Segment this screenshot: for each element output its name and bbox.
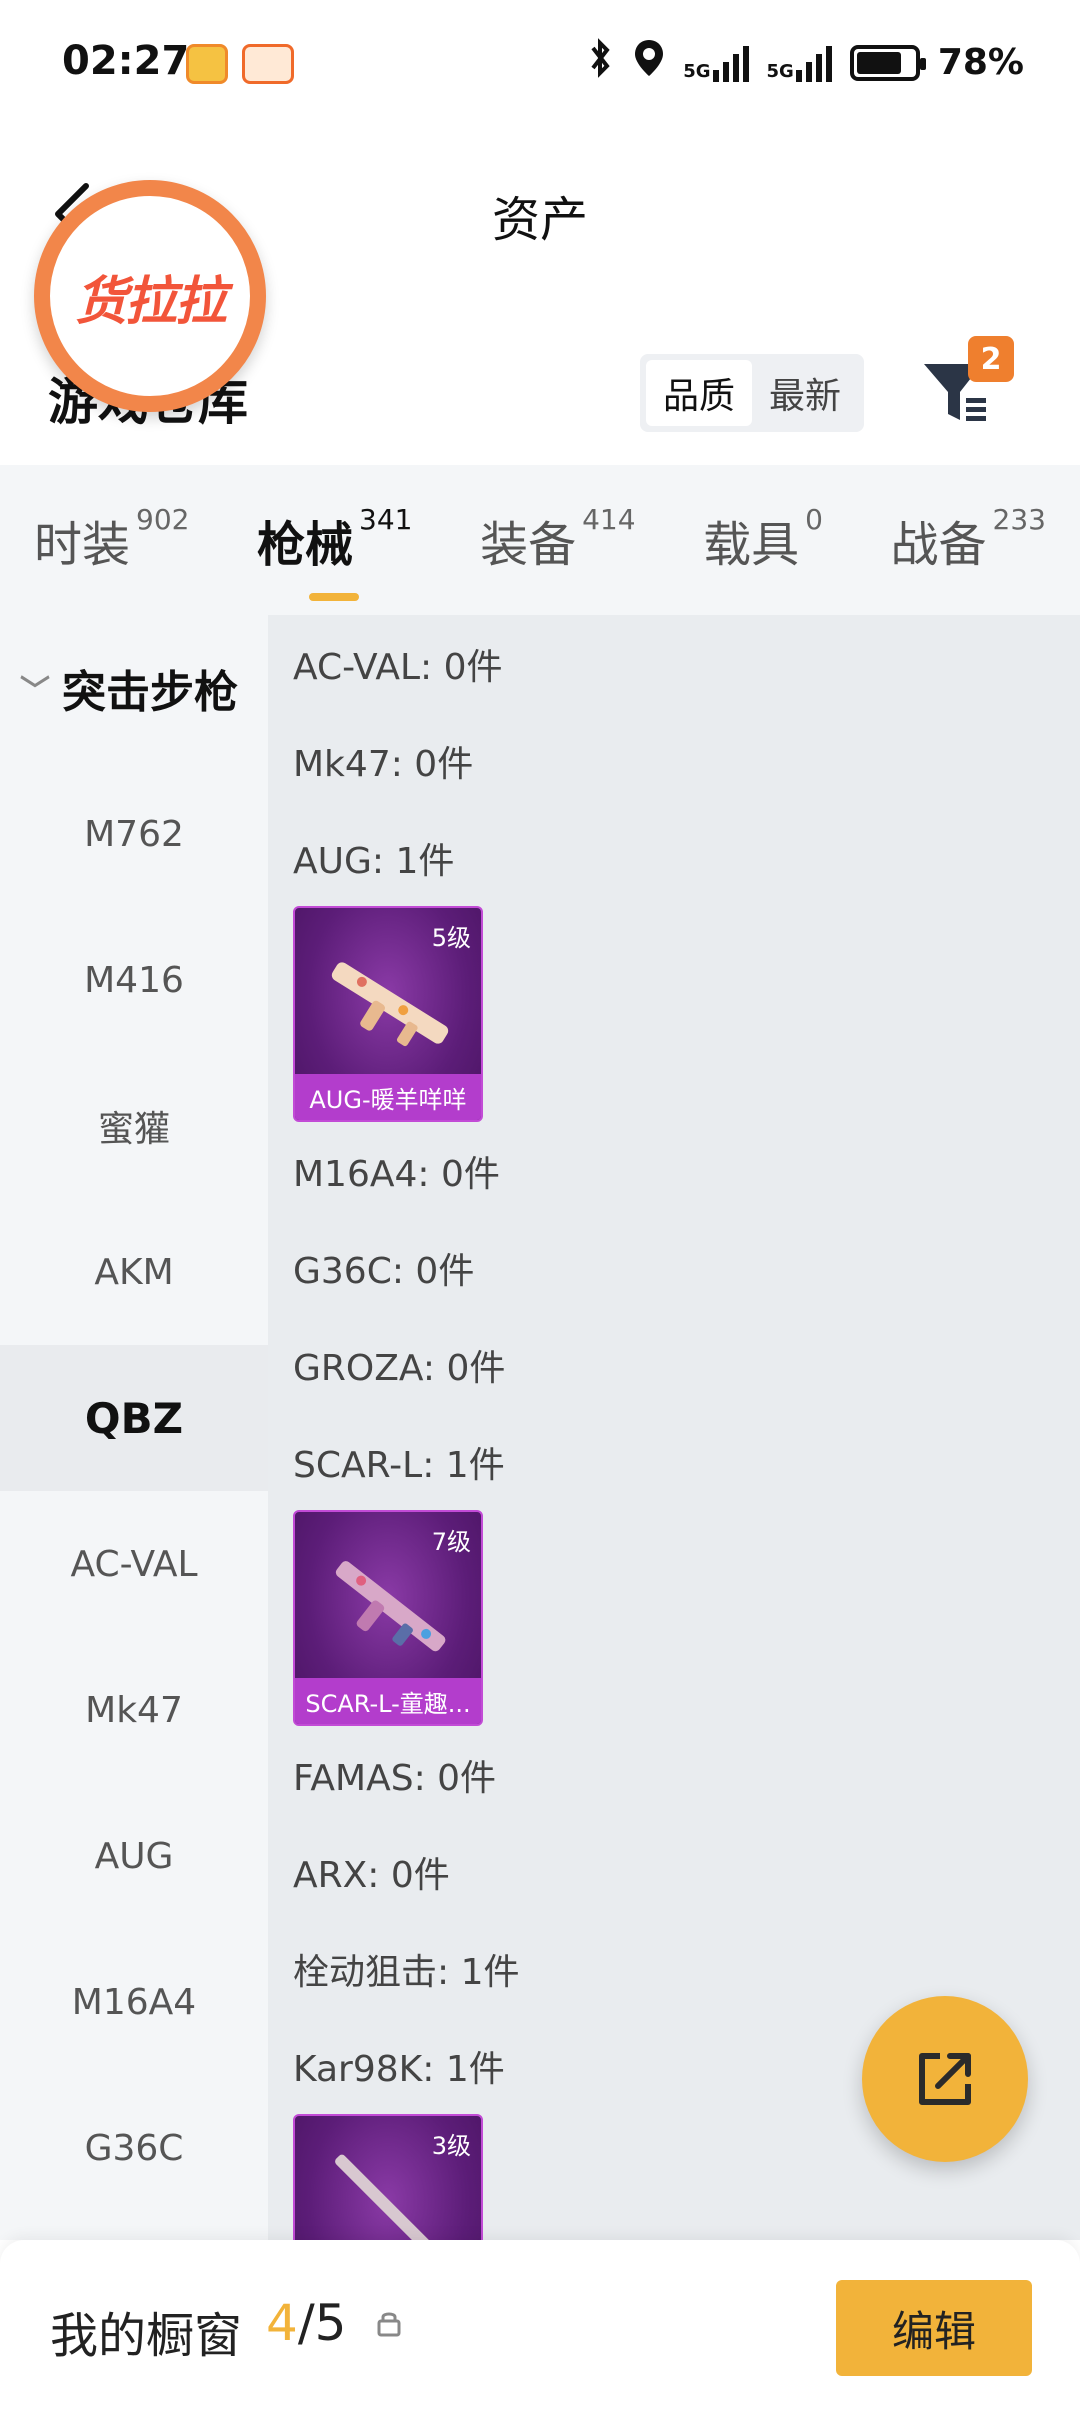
weapon-row: M16A4: 0件 [293,1153,500,1195]
category-tabs: 时装 902 枪械 341 装备 414 载具 0 战备 233 [0,465,1080,615]
showcase-separator: / [297,2294,315,2352]
showcase-title: 我的橱窗 [50,2308,243,2364]
logo-text: 货拉拉 [74,271,227,332]
showcase-bar: 我的橱窗 4/5 编辑 [0,2240,1080,2414]
sort-toggle: 品质 最新 [640,354,864,432]
location-icon [633,38,665,87]
card-level: 7级 [431,1528,471,1556]
weapon-row: AC-VAL: 0件 [293,646,503,688]
chevron-down-icon: ﹀ [20,674,50,709]
bluetooth-icon [585,38,615,87]
category-header[interactable]: ﹀ 突击步枪 [0,615,268,761]
weapon-row: Mk47: 0件 [293,743,474,785]
sidebar-item-active[interactable]: QBZ [0,1345,268,1491]
signal-icon [795,44,832,82]
app-notification-icon [186,44,228,84]
share-icon [919,2053,971,2105]
tab-label: 载具 [703,517,800,573]
weapon-sidebar: ﹀ 突击步枪 M762 M416 蜜獾 AKM QBZ AC-VAL Mk47 … [0,615,268,2240]
app-notification-icon [242,44,294,84]
status-time: 02:27 [62,38,190,84]
category-label: 突击步枪 [62,667,238,718]
tab-count: 341 [359,503,413,536]
tab-equipment[interactable]: 装备 414 [480,503,636,575]
weapon-row: ARX: 0件 [293,1854,450,1896]
card-level: 5级 [431,924,471,952]
card-name: AUG-暖羊咩咩 [295,1074,481,1120]
sidebar-item[interactable]: 蜜獾 [0,1053,268,1199]
skin-card[interactable]: 5级 AUG-暖羊咩咩 [293,906,483,1122]
tab-firearms[interactable]: 枪械 341 [257,503,413,601]
sidebar-item[interactable]: M16A4 [0,1929,268,2075]
weapon-row: SCAR-L: 1件 [293,1444,505,1486]
tab-count: 902 [136,503,190,536]
skin-card[interactable]: 7级 SCAR-L-童趣... [293,1510,483,1726]
tab-count: 414 [582,503,636,536]
tab-label: 枪械 [257,517,354,573]
network-type: 5G [766,60,794,82]
tab-label: 时装 [34,517,131,573]
lock-icon [377,2312,401,2337]
rifle-image [335,1561,446,1652]
signal-icon [712,44,749,82]
tab-vehicles[interactable]: 载具 0 [703,503,823,575]
sidebar-item[interactable]: AKM [0,1199,268,1345]
battery-text: 78% [937,42,1024,83]
network-type: 5G [683,60,711,82]
tab-combat-gear[interactable]: 战备 233 [890,503,1046,575]
tab-label: 装备 [480,517,577,573]
weapon-row: AUG: 1件 [293,840,455,882]
weapon-row: G36C: 0件 [293,1250,475,1292]
tab-count: 233 [992,503,1046,536]
status-bar: 02:27 5G 5G 78% [0,0,1080,130]
header: 资产 游戏仓库 货拉拉 品质 最新 2 [0,130,1080,465]
weapon-row: GROZA: 0件 [293,1347,506,1389]
sort-option-quality[interactable]: 品质 [646,360,752,426]
sidebar-item[interactable]: M416 [0,907,268,1053]
floating-app-logo[interactable]: 货拉拉 [34,180,266,412]
weapon-row: FAMAS: 0件 [293,1757,497,1799]
active-tab-indicator [309,593,360,601]
share-button[interactable] [862,1996,1028,2162]
showcase-current: 4 [266,2294,298,2352]
sidebar-item[interactable]: G36C [0,2075,268,2221]
card-name: SCAR-L-童趣... [295,1678,481,1724]
sidebar-item[interactable]: Mk47 [0,1637,268,1783]
card-level: 3级 [431,2132,471,2160]
tab-count: 0 [805,503,823,536]
sort-option-newest[interactable]: 最新 [752,360,858,426]
showcase-count: 4/5 [266,2294,346,2352]
battery-icon [849,44,926,81]
status-indicators: 5G 5G 78% [585,38,1024,87]
rifle-image [331,962,449,1047]
tab-label: 战备 [890,517,987,573]
status-app-icons [186,44,294,84]
sidebar-item[interactable]: M762 [0,761,268,907]
edit-button[interactable]: 编辑 [836,2280,1032,2376]
skin-card[interactable]: 3级 [293,2114,483,2240]
filter-button[interactable]: 2 [920,336,1020,436]
showcase-total: 5 [314,2294,347,2352]
tab-fashion[interactable]: 时装 902 [34,503,190,575]
sidebar-item[interactable]: AC-VAL [0,1491,268,1637]
sidebar-item[interactable]: AUG [0,1783,268,1929]
filter-count-badge: 2 [968,336,1014,382]
